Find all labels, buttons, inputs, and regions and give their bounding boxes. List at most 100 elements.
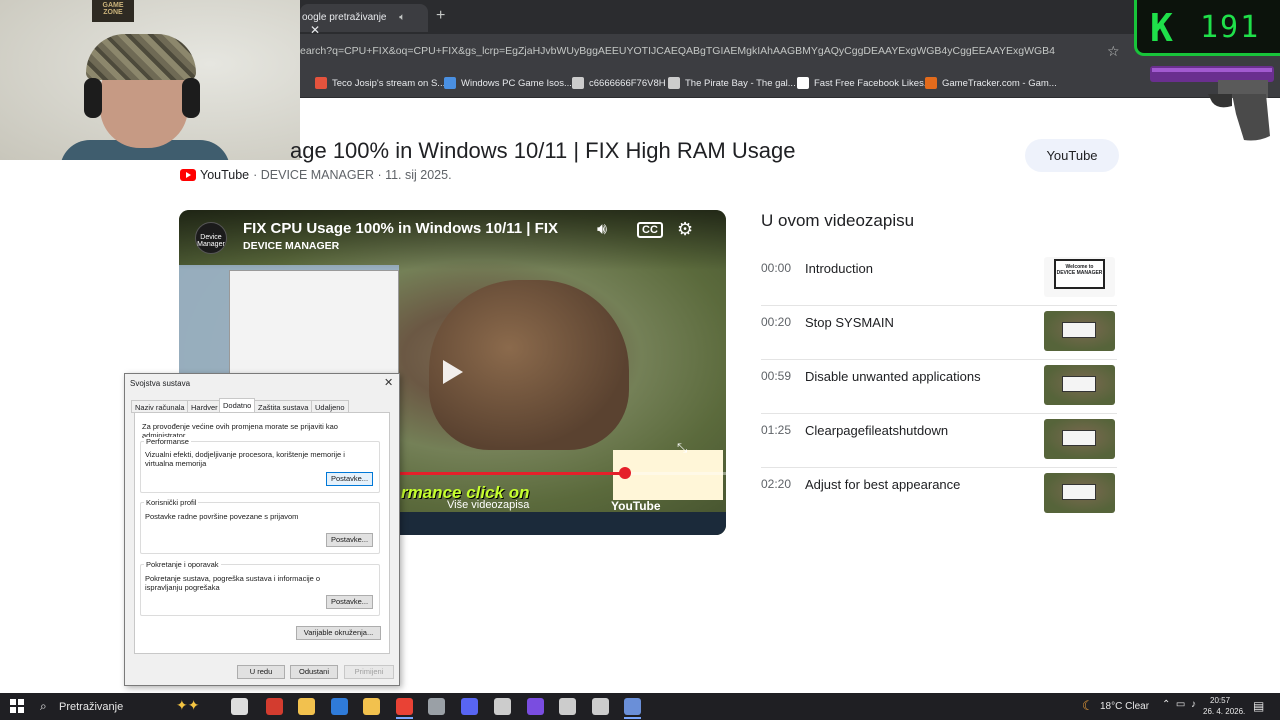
taskbar-app-system-properties-icon[interactable]	[624, 698, 641, 715]
taskbar-app-task-view-icon[interactable]	[231, 698, 248, 715]
chapter-thumbnail[interactable]	[1044, 473, 1115, 513]
headphone-left	[84, 78, 102, 118]
bookmark-item[interactable]: c6666666F76V8H	[572, 77, 666, 89]
bookmark-item[interactable]: The Pirate Bay - The gal...	[668, 77, 796, 89]
weather-text[interactable]: 18°C Clear	[1100, 701, 1149, 712]
thumbnail-graphic	[1062, 430, 1096, 446]
chapter-label[interactable]: Adjust for best appearance	[805, 477, 960, 492]
bookmark-item[interactable]: Fast Free Facebook Likes...	[797, 77, 932, 89]
settings-icon[interactable]: ⚙	[677, 219, 693, 240]
performance-settings-button[interactable]: Postavke...	[326, 472, 373, 486]
chapter-label[interactable]: Stop SYSMAIN	[805, 315, 894, 330]
progress-handle[interactable]	[619, 467, 631, 479]
notification-icon[interactable]: ▤	[1253, 699, 1264, 713]
chapter-divider	[761, 467, 1117, 468]
bookmark-label: Teco Josip's stream on S...	[332, 77, 446, 89]
more-videos-label[interactable]: Više videozapisa	[447, 499, 529, 511]
startup-settings-button[interactable]: Postavke...	[326, 595, 373, 609]
taskbar-search-box[interactable]: Pretraživanje	[59, 701, 123, 713]
page-title[interactable]: age 100% in Windows 10/11 | FIX High RAM…	[290, 138, 795, 164]
bookmark-favicon-icon	[572, 77, 584, 89]
chapter-thumbnail[interactable]: Welcome to DEVICE MANAGER	[1044, 257, 1115, 297]
youtube-button[interactable]: YouTube	[1025, 139, 1119, 172]
chapter-time[interactable]: 01:25	[761, 423, 791, 437]
taskbar-app-calendar-icon[interactable]	[363, 698, 380, 715]
video-title[interactable]: FIX CPU Usage 100% in Windows 10/11 | FI…	[243, 220, 573, 237]
chapter-divider	[761, 305, 1117, 306]
chapter-label[interactable]: Introduction	[805, 261, 873, 276]
thumbnail-graphic	[1062, 376, 1096, 392]
bookmark-item[interactable]: GameTracker.com - Gam...	[925, 77, 1057, 89]
performance-label: Performanse	[144, 437, 191, 446]
score-letter: K	[1150, 6, 1173, 50]
chapter-item[interactable]: 00:59 Disable unwanted applications	[761, 365, 1117, 419]
bookmark-item[interactable]: Windows PC Game Isos...	[444, 77, 572, 89]
cancel-button[interactable]: Odustani	[290, 665, 338, 679]
taskbar-app-mail-icon[interactable]	[331, 698, 348, 715]
address-bar[interactable]: earch?q=CPU+FIX&oq=CPU+FIX&gs_lcrp=EgZja…	[300, 45, 1120, 57]
tab-google-search[interactable]: oogle pretraživanje 🔈︎ ✕	[300, 4, 428, 37]
chapter-thumbnail[interactable]	[1044, 419, 1115, 459]
tab-advanced[interactable]: Dodatno	[219, 398, 256, 413]
chapter-thumbnail[interactable]	[1044, 365, 1115, 405]
bookmark-star-icon[interactable]: ☆	[1107, 43, 1120, 60]
chapter-label[interactable]: Disable unwanted applications	[805, 369, 981, 384]
profile-desc: Postavke radne površine povezane s prija…	[145, 512, 299, 521]
chapter-thumbnail[interactable]	[1044, 311, 1115, 351]
webcam-overlay: GAME ZONE	[0, 0, 300, 160]
system-tray-icons[interactable]: ⌃ ▭ ♪︎	[1162, 699, 1196, 710]
search-highlight-icon: ✦✦	[176, 697, 200, 713]
bookmark-item[interactable]: Teco Josip's stream on S...	[315, 77, 445, 89]
clock-date[interactable]: 26. 4. 2026.	[1203, 707, 1245, 716]
taskbar-app-file-explorer-icon[interactable]	[298, 698, 315, 715]
taskbar-active-indicator	[624, 717, 641, 719]
new-tab-button[interactable]: +	[436, 7, 445, 25]
chapter-item[interactable]: 00:20 Stop SYSMAIN	[761, 311, 1117, 365]
taskbar-app-settings-2-icon[interactable]	[592, 698, 609, 715]
video-embedded-window	[229, 270, 399, 390]
environment-variables-button[interactable]: Varijable okruženja...	[296, 626, 381, 640]
ok-button[interactable]: U redu	[237, 665, 285, 679]
chapter-time[interactable]: 02:20	[761, 477, 791, 491]
chapter-time[interactable]: 00:20	[761, 315, 791, 329]
dialog-close-icon[interactable]: ✕	[384, 376, 393, 389]
taskbar-app-discord-icon[interactable]	[461, 698, 478, 715]
headphone-right	[182, 78, 200, 118]
chapter-time[interactable]: 00:00	[761, 261, 791, 275]
startup-label: Pokretanje i oporavak	[144, 560, 221, 569]
clock-time[interactable]: 20:57	[1210, 696, 1230, 705]
apply-button[interactable]: Primijeni	[344, 665, 394, 679]
chapter-label[interactable]: Clearpagefileatshutdown	[805, 423, 948, 438]
cc-icon[interactable]: CC	[637, 222, 663, 238]
taskbar-app-settings-icon[interactable]	[559, 698, 576, 715]
chapter-item[interactable]: 02:20 Adjust for best appearance	[761, 473, 1117, 527]
windows-start-icon[interactable]	[10, 699, 24, 713]
play-icon[interactable]	[441, 358, 465, 386]
channel-avatar[interactable]: Device Manager	[195, 222, 227, 254]
bookmark-favicon-icon	[925, 77, 937, 89]
youtube-watermark[interactable]: YouTube	[611, 499, 661, 513]
chapter-item[interactable]: 01:25 Clearpagefileatshutdown	[761, 419, 1117, 473]
result-meta: YouTube · DEVICE MANAGER · 11. sij 2025.	[180, 168, 452, 182]
dialog-title: Svojstva sustava	[130, 379, 191, 388]
chapter-time[interactable]: 00:59	[761, 369, 791, 383]
taskbar-app-notepad-icon[interactable]	[428, 698, 445, 715]
chapter-divider	[761, 413, 1117, 414]
expand-icon[interactable]: ⤡	[677, 440, 687, 456]
result-source[interactable]: YouTube	[200, 168, 249, 182]
taskbar-app-game-booster-icon[interactable]	[494, 698, 511, 715]
thumbnail-graphic	[1062, 484, 1096, 500]
bookmark-label: Windows PC Game Isos...	[461, 77, 572, 89]
taskbar-search-icon[interactable]: ⌕	[40, 699, 47, 714]
video-channel[interactable]: DEVICE MANAGER	[243, 240, 339, 252]
volume-icon[interactable]: 🔊︎	[597, 221, 607, 239]
video-embedded-taskbar	[399, 512, 726, 535]
taskbar-app-chromium-icon[interactable]	[266, 698, 283, 715]
progress-fill	[399, 472, 625, 475]
taskbar-app-obs-icon[interactable]	[527, 698, 544, 715]
tab-audio-icon[interactable]: 🔈︎	[399, 12, 405, 23]
profile-settings-button[interactable]: Postavke...	[326, 533, 373, 547]
chapter-item[interactable]: 00:00 Introduction Welcome to DEVICE MANAG…	[761, 257, 1117, 311]
taskbar-app-chrome-icon[interactable]	[396, 698, 413, 715]
result-meta-text: · DEVICE MANAGER · 11. sij 2025.	[253, 168, 452, 182]
